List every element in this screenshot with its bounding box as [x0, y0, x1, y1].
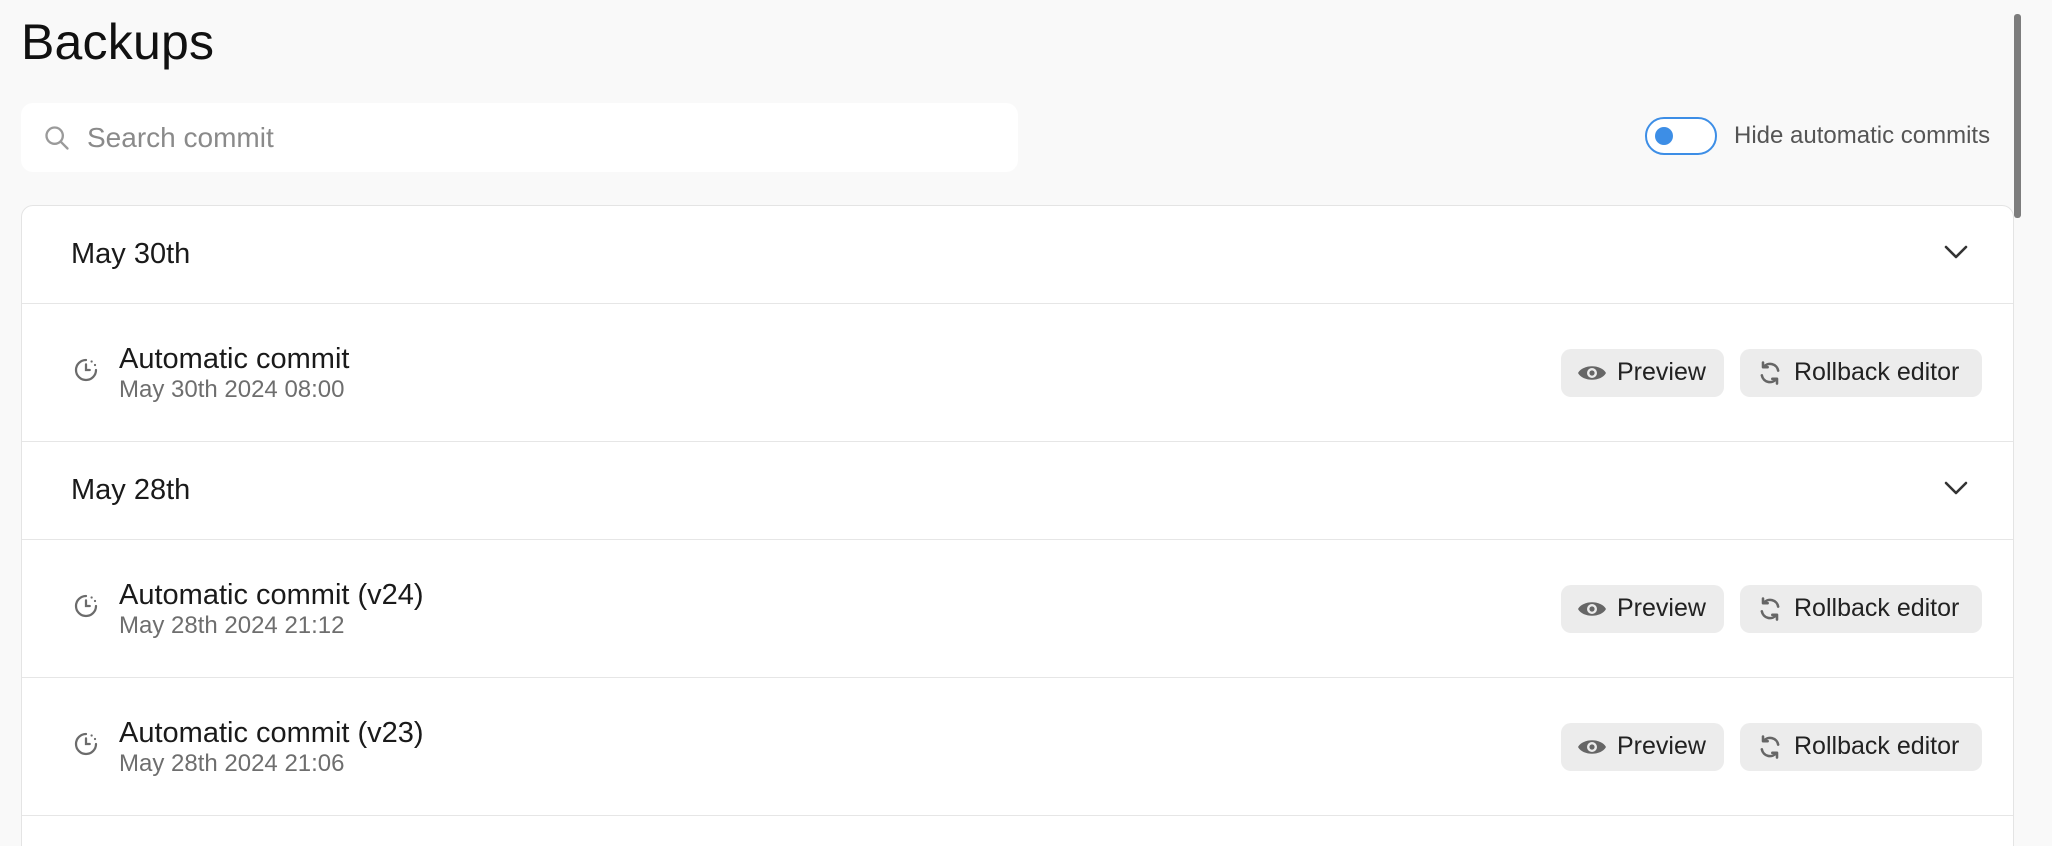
commit-title: Automatic commit [119, 342, 350, 375]
toggle-knob [1655, 127, 1673, 145]
backups-page: Backups Hide automatic commits May 30th [0, 0, 2052, 846]
rollback-label: Rollback editor [1794, 358, 1960, 386]
group-title: May 28th [71, 474, 191, 506]
chevron-down-icon[interactable] [1943, 480, 1969, 501]
search-input[interactable] [85, 120, 989, 155]
group-header[interactable]: May 30th [22, 206, 2013, 304]
eye-icon [1577, 736, 1607, 758]
preview-button[interactable]: Preview [1561, 722, 1724, 771]
preview-label: Preview [1617, 358, 1706, 386]
hide-automatic-commits-filter[interactable]: Hide automatic commits [1645, 117, 1990, 155]
refresh-icon [1756, 733, 1784, 761]
group-header[interactable]: May 28th [22, 442, 2013, 540]
rollback-editor-button[interactable]: Rollback editor [1740, 584, 1982, 633]
search-box[interactable] [21, 103, 1018, 172]
scrollbar[interactable] [2014, 14, 2021, 218]
commit-title: Automatic commit (v23) [119, 716, 424, 749]
preview-label: Preview [1617, 594, 1706, 622]
commit-row: Automatic commit (v24) May 28th 2024 21:… [22, 540, 2013, 678]
page-title: Backups [21, 14, 215, 70]
rollback-editor-button[interactable]: Rollback editor [1740, 722, 1982, 771]
toggle-label: Hide automatic commits [1734, 122, 1991, 149]
hide-automatic-toggle[interactable] [1645, 117, 1717, 155]
commit-date: May 28th 2024 21:12 [119, 611, 345, 639]
commit-title: Automatic commit (v24) [119, 578, 424, 611]
search-icon [43, 124, 71, 152]
group-title: May 30th [71, 238, 191, 270]
history-clock-icon [71, 355, 101, 390]
history-clock-icon [71, 591, 101, 626]
preview-button[interactable]: Preview [1561, 348, 1724, 397]
preview-button[interactable]: Preview [1561, 584, 1724, 633]
rollback-label: Rollback editor [1794, 594, 1960, 622]
eye-icon [1577, 598, 1607, 620]
commit-date: May 28th 2024 21:06 [119, 749, 345, 777]
rollback-editor-button[interactable]: Rollback editor [1740, 348, 1982, 397]
eye-icon [1577, 362, 1607, 384]
refresh-icon [1756, 595, 1784, 623]
preview-label: Preview [1617, 732, 1706, 760]
history-clock-icon [71, 729, 101, 764]
refresh-icon [1756, 359, 1784, 387]
rollback-label: Rollback editor [1794, 732, 1960, 760]
commit-row: Automatic commit May 30th 2024 08:00 Pre… [22, 304, 2013, 442]
chevron-down-icon[interactable] [1943, 244, 1969, 265]
commit-list: May 30th Automatic commit May 30th 2024 … [21, 205, 2014, 846]
commit-row: Automatic commit (v23) May 28th 2024 21:… [22, 678, 2013, 816]
commit-date: May 30th 2024 08:00 [119, 375, 345, 403]
